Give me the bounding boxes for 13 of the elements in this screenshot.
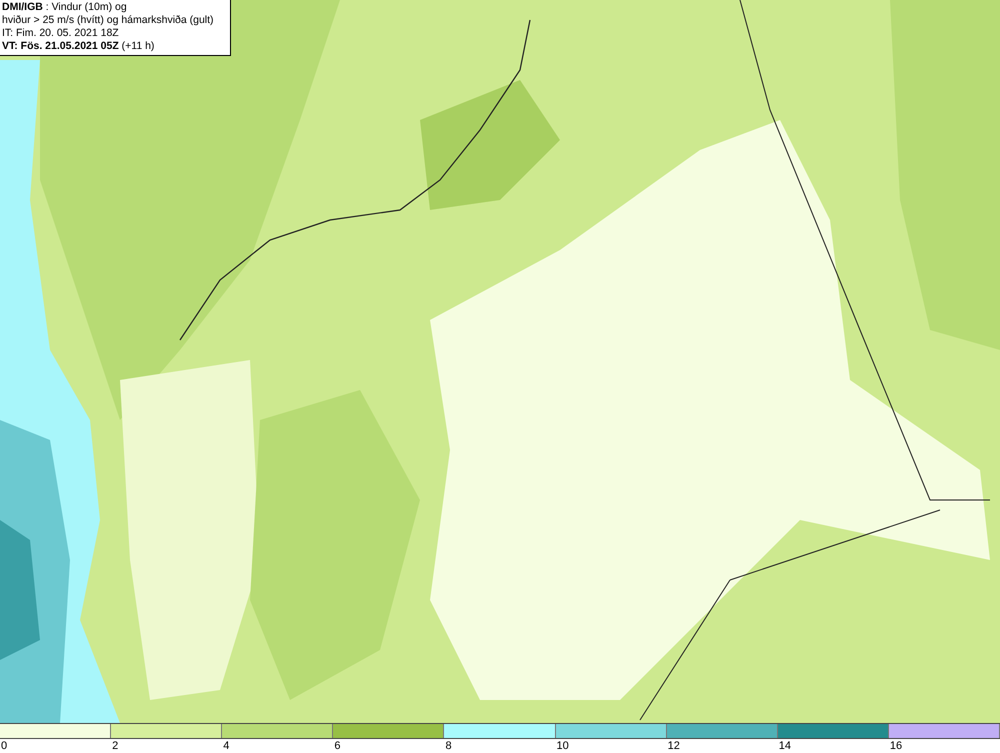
scale-label: 6 bbox=[333, 740, 340, 752]
scale-label: 12 bbox=[666, 740, 680, 752]
scale-label: 0 bbox=[0, 740, 8, 752]
legend-text: VT: Fös. 21.05.2021 05Z (+11 h) bbox=[2, 40, 156, 53]
scale-label: 2 bbox=[111, 740, 118, 752]
scale-label: 16 bbox=[888, 740, 902, 752]
scale-label: 4 bbox=[222, 740, 230, 752]
legend-text: hviður > 25 m/s (hvítt) og hámarkshviða (gult) bbox=[2, 14, 215, 27]
legend-text: IT: Fim. 20. 05. 2021 18Z bbox=[2, 27, 120, 40]
scale-label: 8 bbox=[444, 740, 452, 752]
scale-label: 10 bbox=[556, 740, 569, 752]
legend-text: DMI/IGB : Vindur (10m) og bbox=[2, 1, 128, 14]
scale-label: 14 bbox=[778, 740, 792, 752]
